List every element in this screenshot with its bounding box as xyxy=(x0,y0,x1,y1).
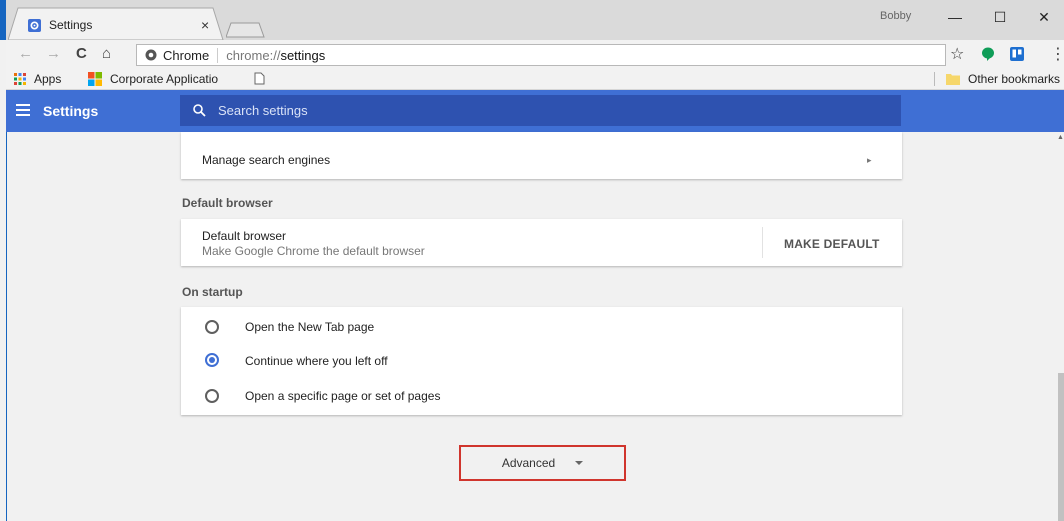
url-path: settings xyxy=(280,47,326,63)
address-bar[interactable]: Chrome chrome://settings xyxy=(136,44,946,66)
hangouts-extension-icon[interactable] xyxy=(981,47,995,61)
chevron-right-icon[interactable]: ▸ xyxy=(867,155,872,166)
tab-title: Settings xyxy=(49,18,93,32)
bookmark-corporate[interactable]: Corporate Applicatio xyxy=(88,72,218,86)
url-text: chrome://settings xyxy=(218,48,325,63)
vertical-divider xyxy=(762,227,763,258)
home-icon[interactable]: ⌂ xyxy=(102,45,111,62)
chrome-icon xyxy=(145,49,157,61)
search-input[interactable]: Search settings xyxy=(180,95,901,126)
back-arrow-icon[interactable]: ← xyxy=(18,45,33,62)
folder-icon xyxy=(946,74,960,85)
advanced-button[interactable]: Advanced xyxy=(459,445,626,481)
startup-radio-new-tab[interactable] xyxy=(205,320,219,334)
caret-down-icon xyxy=(575,461,584,465)
hamburger-menu-icon[interactable] xyxy=(16,104,30,116)
tab-label-group: Settings xyxy=(28,18,92,32)
maximize-icon: ☐ xyxy=(993,8,1007,25)
settings-header: Settings Search settings xyxy=(6,90,1064,132)
trello-extension-icon[interactable] xyxy=(1010,47,1024,61)
settings-content: Manage search engines ▸ Default browser … xyxy=(6,132,1056,521)
manage-search-engines-link[interactable]: Manage search engines xyxy=(202,153,330,167)
startup-radio-specific-page[interactable] xyxy=(205,389,219,403)
startup-radio-continue[interactable] xyxy=(205,353,219,367)
apps-grid-icon xyxy=(14,73,26,85)
startup-option-continue[interactable]: Continue where you left off xyxy=(245,354,388,368)
tab-close-icon[interactable]: × xyxy=(201,17,209,33)
search-icon xyxy=(193,104,206,117)
make-default-button[interactable]: MAKE DEFAULT xyxy=(784,237,880,251)
default-browser-subtitle: Make Google Chrome the default browser xyxy=(202,244,425,258)
close-icon: ✕ xyxy=(1038,8,1050,25)
forward-arrow-icon[interactable]: → xyxy=(46,45,61,62)
minimize-icon: — xyxy=(948,9,962,25)
default-browser-title: Default browser xyxy=(202,229,287,243)
reload-icon[interactable]: C xyxy=(76,45,87,62)
scrollbar-thumb[interactable] xyxy=(1058,373,1064,521)
page-title: Settings xyxy=(43,103,99,119)
bookmark-other-label: Other bookmarks xyxy=(968,72,1061,86)
browser-toolbar: ← → C ⌂ Chrome chrome://settings ☆ ⋮ xyxy=(6,40,1064,69)
bookmark-apps-label: Apps xyxy=(34,72,62,86)
close-window-button[interactable]: ✕ xyxy=(1024,4,1064,30)
bookmark-star-icon[interactable]: ☆ xyxy=(950,44,964,64)
default-browser-heading: Default browser xyxy=(182,196,273,210)
bookmark-other[interactable]: Other bookmarks xyxy=(946,72,1060,86)
url-scheme: chrome:// xyxy=(226,47,281,63)
bookmark-corporate-label: Corporate Applicatio xyxy=(110,72,219,86)
security-chip[interactable]: Chrome xyxy=(145,47,219,63)
maximize-button[interactable]: ☐ xyxy=(980,4,1020,30)
microsoft-logo-icon xyxy=(88,72,102,86)
advanced-label: Advanced xyxy=(501,456,556,470)
bookmarks-separator xyxy=(934,72,935,86)
startup-option-new-tab[interactable]: Open the New Tab page xyxy=(245,320,374,334)
new-tab-button[interactable] xyxy=(226,22,266,38)
bookmark-apps[interactable]: Apps xyxy=(14,72,61,86)
search-placeholder: Search settings xyxy=(218,103,308,118)
document-icon[interactable] xyxy=(254,72,265,85)
on-startup-heading: On startup xyxy=(182,285,243,299)
startup-option-specific-page[interactable]: Open a specific page or set of pages xyxy=(245,389,440,403)
profile-name[interactable]: Bobby xyxy=(880,10,911,22)
chrome-menu-icon[interactable]: ⋮ xyxy=(1050,44,1064,64)
chip-label: Chrome xyxy=(163,47,210,63)
scroll-up-arrow-icon[interactable]: ▲ xyxy=(1057,134,1064,141)
gear-icon xyxy=(28,18,41,32)
minimize-button[interactable]: — xyxy=(935,4,975,30)
bookmarks-bar: Apps Corporate Applicatio Other bookmark… xyxy=(6,69,1064,90)
